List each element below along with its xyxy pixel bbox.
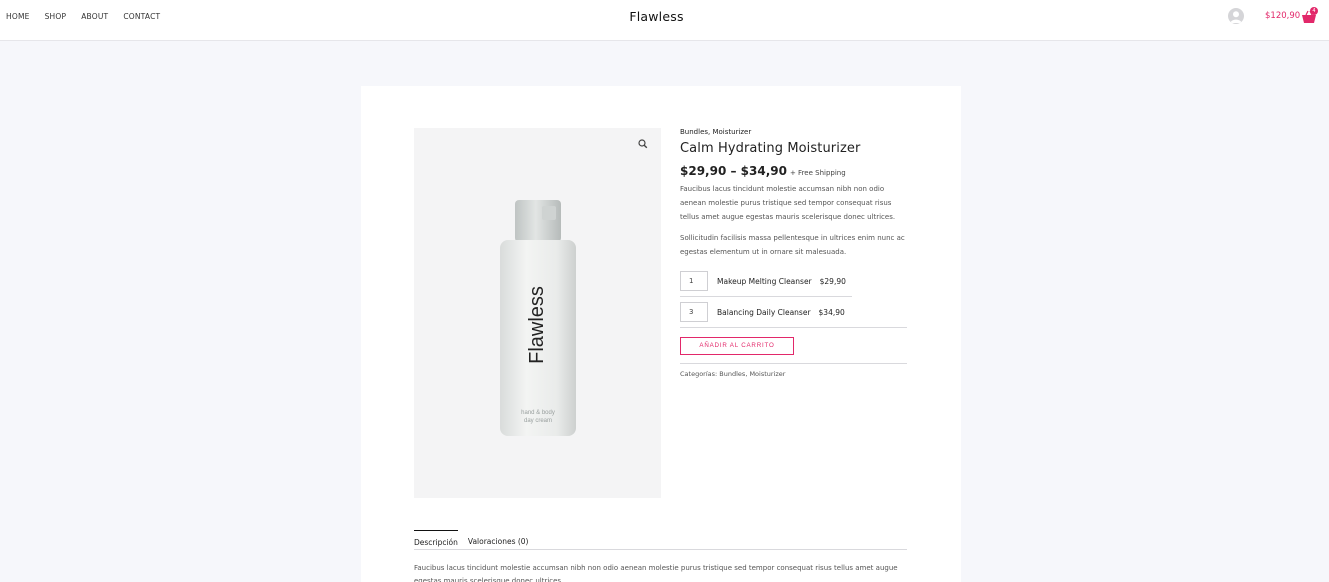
site-logo[interactable]: Flawless [0, 9, 1313, 24]
product-card: Flawless hand & body day cream Bundles, … [361, 86, 961, 582]
bottle-subtext-2: day cream [524, 418, 552, 424]
short-description-2: Sollicitudin facilisis massa pellentesqu… [680, 234, 905, 256]
user-avatar-icon[interactable] [1228, 8, 1244, 24]
add-to-cart-button[interactable]: AÑADIR AL CARRITO [680, 337, 794, 355]
free-shipping-note: + Free Shipping [789, 169, 846, 177]
tab-reviews[interactable]: Valoraciones (0) [468, 530, 529, 550]
product-gallery[interactable]: Flawless hand & body day cream [414, 128, 661, 498]
cart-total[interactable]: $120,90 [1265, 11, 1300, 21]
magnifier-icon[interactable] [635, 136, 651, 152]
product-summary: Bundles, Moisturizer Calm Hydrating Mois… [680, 128, 907, 378]
bottle-brand-text: Flawless [526, 286, 548, 364]
bundle-item: 1 Makeup Melting Cleanser $29,90 [680, 266, 852, 297]
tab-description-body: Faucibus lacus tincidunt molestie accums… [414, 564, 898, 582]
product-tabs: Descripción Valoraciones (0) [414, 530, 907, 550]
bundle-item-name[interactable]: Makeup Melting Cleanser [717, 277, 812, 286]
product-categories-top[interactable]: Bundles, Moisturizer [680, 128, 907, 136]
bundle-item-name[interactable]: Balancing Daily Cleanser [717, 308, 811, 317]
quantity-input[interactable]: 1 [680, 271, 708, 291]
cart-count-badge: 4 [1310, 7, 1318, 15]
bundle-item-price: $34,90 [818, 307, 845, 317]
categories-label: Categorías: [680, 370, 718, 378]
product-title: Calm Hydrating Moisturizer [680, 141, 861, 156]
short-description-1: Faucibus lacus tincidunt molestie accums… [680, 185, 896, 221]
bottle-subtext-1: hand & body [521, 410, 555, 416]
bundle-item-price: $29,90 [819, 276, 846, 286]
categories-value[interactable]: Bundles, Moisturizer [719, 370, 785, 378]
product-bottle-image: Flawless hand & body day cream [500, 200, 576, 436]
product-meta: Categorías: Bundles, Moisturizer [680, 363, 907, 378]
price-row: $29,90 – $34,90 + Free Shipping [680, 164, 907, 178]
price-range: $29,90 – $34,90 [680, 164, 787, 178]
site-header: HOME SHOP ABOUT CONTACT Flawless $120,90… [0, 0, 1329, 41]
tab-description[interactable]: Descripción [414, 530, 458, 550]
quantity-input[interactable]: 3 [680, 302, 708, 322]
bundle-item: 3 Balancing Daily Cleanser $34,90 [680, 297, 907, 328]
